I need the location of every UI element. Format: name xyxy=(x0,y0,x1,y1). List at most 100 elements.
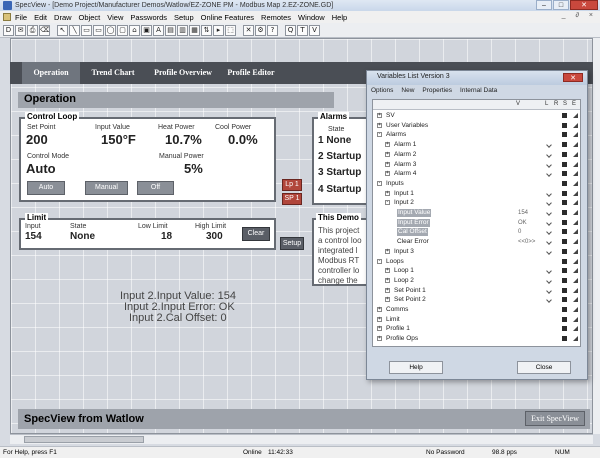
polygon-icon[interactable]: ▢ xyxy=(117,24,128,36)
auto-button[interactable]: Auto xyxy=(27,181,65,195)
triangle-icon[interactable] xyxy=(573,326,578,332)
tree-item[interactable]: + Input 1 xyxy=(373,190,580,198)
open-icon[interactable]: ✉ xyxy=(15,24,26,36)
expand-icon[interactable]: + xyxy=(385,297,390,303)
triangle-icon[interactable] xyxy=(573,190,578,196)
print-icon[interactable]: ⌫ xyxy=(39,24,50,36)
vertical-scrollbar[interactable] xyxy=(593,38,600,434)
square-icon[interactable] xyxy=(562,151,567,157)
square-icon[interactable] xyxy=(562,277,567,283)
settings-icon[interactable]: ⚙ xyxy=(255,24,266,36)
exit-specview-button[interactable]: Exit SpecView xyxy=(525,411,585,426)
scroll-thumb[interactable] xyxy=(24,436,144,443)
horizontal-scrollbar[interactable] xyxy=(10,434,593,444)
triangle-icon[interactable] xyxy=(573,161,578,167)
triangle-icon[interactable] xyxy=(573,113,578,118)
close-button[interactable]: ✕ xyxy=(570,0,598,10)
variables-title-bar[interactable]: Variables List Version 3 ✕ xyxy=(367,71,587,85)
square-icon[interactable] xyxy=(562,132,567,138)
menu-file[interactable]: File xyxy=(15,13,27,22)
menu-setup[interactable]: Setup xyxy=(174,13,194,22)
tree-item[interactable]: + Input 3 xyxy=(373,248,580,256)
square-icon[interactable] xyxy=(562,268,567,274)
check-icon[interactable] xyxy=(546,171,552,178)
variables-close-icon[interactable]: ✕ xyxy=(563,73,583,82)
triangle-icon[interactable] xyxy=(573,200,578,206)
set-point-value[interactable]: 200 xyxy=(26,132,48,147)
square-icon[interactable] xyxy=(562,307,567,312)
tree-item[interactable]: + Profile Ops xyxy=(373,335,580,343)
triangle-icon[interactable] xyxy=(573,142,578,148)
minimize-button[interactable]: ‒ xyxy=(536,0,552,10)
tree-item[interactable]: + Set Point 1 xyxy=(373,287,580,295)
mdi-controls[interactable]: _ ∂ × xyxy=(562,12,597,19)
clear-button[interactable]: Clear xyxy=(242,227,270,241)
rectangle-icon[interactable]: ▭ xyxy=(81,24,92,36)
expand-icon[interactable]: + xyxy=(385,142,390,148)
triangle-icon[interactable] xyxy=(573,132,578,138)
variables-tree[interactable]: V L R S E + SV + User Variables - Alarms + Alar… xyxy=(372,99,581,347)
tree-item[interactable]: Input Error OK xyxy=(373,218,580,227)
triangle-icon[interactable] xyxy=(573,316,578,322)
square-icon[interactable] xyxy=(562,239,567,245)
menu-view[interactable]: View xyxy=(107,13,123,22)
triangle-icon[interactable] xyxy=(573,268,578,274)
tree-item[interactable]: + Profile 1 xyxy=(373,325,580,333)
tree-item[interactable]: + Limit xyxy=(373,316,580,324)
check-icon[interactable] xyxy=(546,210,552,216)
check-icon[interactable] xyxy=(546,248,552,255)
check-icon[interactable] xyxy=(546,142,552,148)
tab-operation[interactable]: Operation xyxy=(22,62,80,84)
tree-item[interactable]: + User Variables xyxy=(373,122,580,130)
triangle-icon[interactable] xyxy=(573,307,578,312)
check-icon[interactable] xyxy=(546,268,552,275)
variables-menu-options[interactable]: Options xyxy=(371,87,393,94)
new-icon[interactable]: D xyxy=(3,24,14,36)
high-limit-value[interactable]: 300 xyxy=(206,231,223,242)
triangle-icon[interactable] xyxy=(573,239,578,245)
collapse-icon[interactable]: - xyxy=(377,180,382,186)
expand-icon[interactable]: + xyxy=(385,161,390,167)
square-icon[interactable] xyxy=(562,210,567,215)
collapse-icon[interactable]: - xyxy=(377,258,382,264)
menu-window[interactable]: Window xyxy=(298,13,325,22)
collapse-icon[interactable]: - xyxy=(385,200,390,206)
tree-item[interactable]: Clear Error <<0>> xyxy=(373,238,580,246)
check-icon[interactable] xyxy=(546,229,552,236)
manual-button[interactable]: Manual xyxy=(85,181,128,195)
square-icon[interactable] xyxy=(562,200,567,206)
tree-item[interactable]: Input Value 154 xyxy=(373,209,580,217)
square-icon[interactable] xyxy=(562,113,567,118)
tree-item[interactable]: + SV xyxy=(373,112,580,120)
menu-object[interactable]: Object xyxy=(79,13,101,22)
expand-icon[interactable]: + xyxy=(377,316,382,322)
triangle-icon[interactable] xyxy=(573,336,578,342)
square-icon[interactable] xyxy=(562,161,567,167)
tree-item[interactable]: + Alarm 2 xyxy=(373,151,580,159)
grid-icon[interactable]: ▦ xyxy=(189,24,200,36)
square-icon[interactable] xyxy=(562,229,567,235)
triangle-icon[interactable] xyxy=(573,122,578,128)
low-limit-value[interactable]: 18 xyxy=(161,231,172,242)
tag-icon[interactable]: T xyxy=(297,24,308,36)
tree-item[interactable]: + Loop 1 xyxy=(373,267,580,275)
expand-icon[interactable]: + xyxy=(385,171,390,177)
tree-item[interactable]: - Inputs xyxy=(373,180,580,188)
variables-menu-new[interactable]: New xyxy=(401,87,414,94)
square-icon[interactable] xyxy=(562,336,567,342)
variables-menu-internal-data[interactable]: Internal Data xyxy=(460,87,497,94)
menu-edit[interactable]: Edit xyxy=(34,13,47,22)
expand-icon[interactable]: + xyxy=(385,151,390,157)
square-icon[interactable] xyxy=(562,142,567,148)
square-icon[interactable] xyxy=(562,190,567,196)
triangle-icon[interactable] xyxy=(573,287,578,293)
variables-help-button[interactable]: Help xyxy=(389,361,443,374)
square-icon[interactable] xyxy=(562,316,567,322)
tree-item[interactable]: + Set Point 2 xyxy=(373,296,580,304)
setup-button[interactable]: Setup xyxy=(280,237,304,250)
triangle-icon[interactable] xyxy=(573,248,578,254)
square-icon[interactable] xyxy=(562,297,567,303)
triangle-icon[interactable] xyxy=(573,297,578,303)
text-icon[interactable]: A xyxy=(153,24,164,36)
expand-icon[interactable]: + xyxy=(377,307,382,312)
